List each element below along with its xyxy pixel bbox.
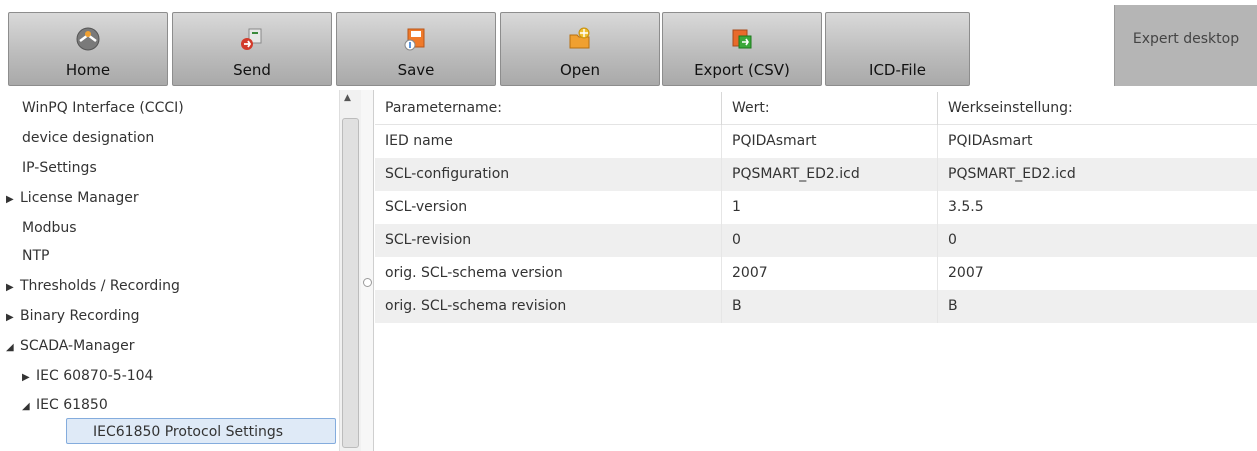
export-csv-button[interactable]: Export (CSV) <box>662 12 822 86</box>
cell-werkseinstellung: PQIDAsmart <box>937 125 1257 158</box>
cell-parametername: SCL-version <box>385 199 468 215</box>
send-button[interactable]: Send <box>172 12 332 86</box>
table-row[interactable]: SCL-version 1 3.5.5 <box>375 191 1257 224</box>
export-csv-icon <box>729 27 755 51</box>
icd-file-icon <box>885 27 911 51</box>
column-header-wert[interactable]: Wert: <box>721 92 937 125</box>
cell-wert[interactable]: PQSMART_ED2.icd <box>721 158 937 191</box>
cell-parametername: orig. SCL-schema revision <box>385 298 567 314</box>
tree-item-ip-settings[interactable]: IP-Settings <box>22 155 97 181</box>
tree-scrollbar[interactable]: ▲ <box>339 90 361 451</box>
tree-item-scada-manager[interactable]: ◢ SCADA-Manager <box>6 333 134 359</box>
panel-splitter[interactable] <box>361 90 374 451</box>
collapse-arrow-icon[interactable]: ◢ <box>22 394 36 420</box>
tree-item-modbus[interactable]: Modbus <box>22 215 77 241</box>
tree-item-thresholds-recording[interactable]: ▶ Thresholds / Recording <box>6 273 180 299</box>
cell-parametername: SCL-revision <box>385 232 472 248</box>
expert-desktop-button[interactable]: Expert desktop <box>1114 5 1257 86</box>
settings-tree: WinPQ Interface (CCCI) device designatio… <box>0 90 360 451</box>
cell-wert[interactable]: B <box>721 290 937 323</box>
cell-werkseinstellung: B <box>937 290 1257 323</box>
tree-item-license-manager[interactable]: ▶ License Manager <box>6 185 139 211</box>
table-row[interactable]: SCL-configuration PQSMART_ED2.icd PQSMAR… <box>375 158 1257 191</box>
table-row[interactable]: IED name PQIDAsmart PQIDAsmart <box>375 125 1257 158</box>
send-icon <box>239 27 265 51</box>
tree-item-ntp[interactable]: NTP <box>22 243 49 269</box>
table-header: Parametername: Wert: Werkseinstellung: <box>375 92 1257 125</box>
open-icon <box>567 27 593 51</box>
table-row[interactable]: orig. SCL-schema revision B B <box>375 290 1257 323</box>
column-header-werkseinstellung[interactable]: Werkseinstellung: <box>937 92 1257 125</box>
collapse-arrow-icon[interactable]: ◢ <box>6 335 20 361</box>
tree-item-winpq-interface[interactable]: WinPQ Interface (CCCI) <box>22 95 184 121</box>
parameter-table: Parametername: Wert: Werkseinstellung: I… <box>375 90 1257 451</box>
open-button[interactable]: Open <box>500 12 660 86</box>
expand-arrow-icon[interactable]: ▶ <box>6 305 20 331</box>
scroll-up-icon[interactable]: ▲ <box>344 93 351 103</box>
cell-werkseinstellung: 0 <box>937 224 1257 257</box>
tree-item-binary-recording[interactable]: ▶ Binary Recording <box>6 303 139 329</box>
splitter-grip-icon[interactable] <box>363 278 372 287</box>
cell-werkseinstellung: 2007 <box>937 257 1257 290</box>
home-icon <box>75 27 101 51</box>
cell-wert[interactable]: PQIDAsmart <box>721 125 937 158</box>
expand-arrow-icon[interactable]: ▶ <box>6 187 20 213</box>
cell-wert[interactable]: 2007 <box>721 257 937 290</box>
cell-parametername: IED name <box>385 133 453 149</box>
cell-werkseinstellung: PQSMART_ED2.icd <box>937 158 1257 191</box>
cell-parametername: SCL-configuration <box>385 166 510 182</box>
home-button[interactable]: Home <box>8 12 168 86</box>
column-header-parametername[interactable]: Parametername: <box>375 92 721 125</box>
cell-werkseinstellung: 3.5.5 <box>937 191 1257 224</box>
table-row[interactable]: SCL-revision 0 0 <box>375 224 1257 257</box>
table-row[interactable]: orig. SCL-schema version 2007 2007 <box>375 257 1257 290</box>
tree-item-device-designation[interactable]: device designation <box>22 125 154 151</box>
tree-item-iec-61850[interactable]: ◢ IEC 61850 <box>22 392 108 418</box>
save-icon <box>403 27 429 51</box>
cell-wert[interactable]: 0 <box>721 224 937 257</box>
toolbar: Home Send Save Open Export (CSV) ICD-Fil… <box>0 0 1257 90</box>
cell-parametername: orig. SCL-schema version <box>385 265 563 281</box>
tree-item-iec-60870-5-104[interactable]: ▶ IEC 60870-5-104 <box>22 363 153 389</box>
expand-arrow-icon[interactable]: ▶ <box>6 275 20 301</box>
icd-file-button[interactable]: ICD-File <box>825 12 970 86</box>
save-button[interactable]: Save <box>336 12 496 86</box>
tree-item-iec61850-protocol-settings[interactable]: IEC61850 Protocol Settings <box>66 418 336 444</box>
cell-wert[interactable]: 1 <box>721 191 937 224</box>
scrollbar-thumb[interactable] <box>342 118 359 448</box>
expand-arrow-icon[interactable]: ▶ <box>22 365 36 391</box>
